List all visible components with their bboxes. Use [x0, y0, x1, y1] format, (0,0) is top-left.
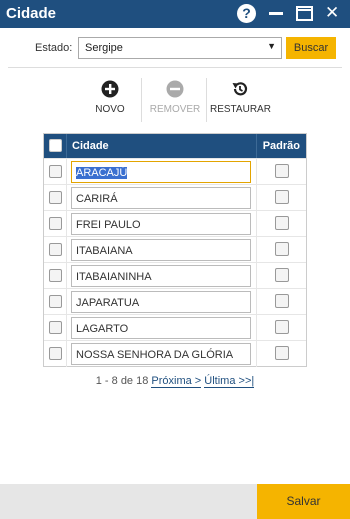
cidade-text: CARIRÁ [76, 193, 118, 205]
cidade-input[interactable]: ARACAJÚ [71, 161, 251, 183]
next-page-link[interactable]: Próxima > [151, 375, 202, 388]
cidade-text: ARACAJÚ [76, 167, 128, 179]
maximize-icon[interactable] [296, 6, 313, 21]
cidade-text: ITABAIANA [76, 245, 133, 257]
pager: 1 - 8 de 18 Próxima > Última >>| [0, 375, 350, 388]
remover-label: REMOVER [149, 104, 201, 115]
title-bar: Cidade ? ✕ [0, 0, 350, 28]
close-icon[interactable]: ✕ [325, 4, 343, 22]
row-checkbox[interactable] [49, 165, 62, 178]
toolbar-divider [141, 78, 142, 122]
novo-label: NOVO [95, 104, 125, 115]
help-icon[interactable]: ? [237, 4, 256, 23]
table-row: ARACAJÚ [44, 158, 306, 185]
cidade-text: LAGARTO [76, 323, 129, 335]
row-checkbox[interactable] [49, 269, 62, 282]
cidade-text: NOSSA SENHORA DA GLÓRIA [76, 349, 234, 361]
padrao-checkbox[interactable] [275, 294, 289, 308]
table-row: ITABAIANINHA [44, 262, 306, 289]
padrao-checkbox[interactable] [275, 320, 289, 334]
cidade-input[interactable]: JAPARATUA [71, 291, 251, 313]
row-checkbox[interactable] [49, 295, 62, 308]
row-checkbox[interactable] [49, 321, 62, 334]
table-row: LAGARTO [44, 314, 306, 341]
cidade-input[interactable]: LAGARTO [71, 317, 251, 339]
toolbar-divider [206, 78, 207, 122]
novo-button[interactable]: NOVO [80, 80, 140, 120]
cidade-text: JAPARATUA [76, 297, 140, 309]
table-row: FREI PAULO [44, 210, 306, 237]
cidade-input[interactable]: FREI PAULO [71, 213, 251, 235]
padrao-checkbox[interactable] [275, 242, 289, 256]
window-title: Cidade [6, 5, 57, 22]
table-row: JAPARATUA [44, 288, 306, 315]
restore-history-icon [232, 82, 248, 96]
restaurar-label: RESTAURAR [210, 104, 271, 115]
dropdown-arrow-icon: ▼ [267, 41, 276, 51]
divider [8, 67, 342, 68]
restaurar-button[interactable]: RESTAURAR [210, 80, 271, 120]
padrao-checkbox[interactable] [275, 190, 289, 204]
column-header-padrao[interactable]: Padrão [263, 140, 300, 152]
estado-select[interactable]: Sergipe ▼ [78, 37, 282, 59]
table-row: NOSSA SENHORA DA GLÓRIA [44, 340, 306, 367]
filter-row: Estado: Sergipe ▼ Buscar [0, 37, 350, 61]
last-page-link[interactable]: Última >>| [204, 375, 255, 388]
row-checkbox[interactable] [49, 191, 62, 204]
pager-summary: 1 - 8 de 18 [95, 375, 149, 387]
column-header-cidade[interactable]: Cidade [72, 140, 109, 152]
buscar-button[interactable]: Buscar [286, 37, 336, 59]
salvar-button[interactable]: Salvar [257, 484, 350, 519]
grid-header: Cidade Padrão [44, 134, 306, 158]
cidades-grid: Cidade Padrão ARACAJÚ CARIRÁ FREI PAULO … [43, 133, 307, 367]
cidade-text: ITABAIANINHA [76, 271, 152, 283]
padrao-checkbox[interactable] [275, 164, 289, 178]
cidade-input[interactable]: ITABAIANINHA [71, 265, 251, 287]
cidade-input[interactable]: NOSSA SENHORA DA GLÓRIA [71, 343, 251, 365]
estado-label: Estado: [35, 42, 73, 54]
table-row: CARIRÁ [44, 184, 306, 211]
row-checkbox[interactable] [49, 243, 62, 256]
padrao-checkbox[interactable] [275, 216, 289, 230]
estado-value: Sergipe [85, 42, 123, 54]
table-row: ITABAIANA [44, 236, 306, 263]
remove-icon [166, 80, 184, 98]
remover-button[interactable]: REMOVER [145, 80, 205, 120]
padrao-checkbox[interactable] [275, 268, 289, 282]
cidade-text: FREI PAULO [76, 219, 141, 231]
row-checkbox[interactable] [49, 217, 62, 230]
minimize-icon[interactable] [268, 5, 286, 23]
row-checkbox[interactable] [49, 347, 62, 360]
cidade-input[interactable]: CARIRÁ [71, 187, 251, 209]
padrao-checkbox[interactable] [275, 346, 289, 360]
select-all-checkbox[interactable] [49, 139, 62, 152]
cidade-input[interactable]: ITABAIANA [71, 239, 251, 261]
add-icon [101, 80, 119, 98]
